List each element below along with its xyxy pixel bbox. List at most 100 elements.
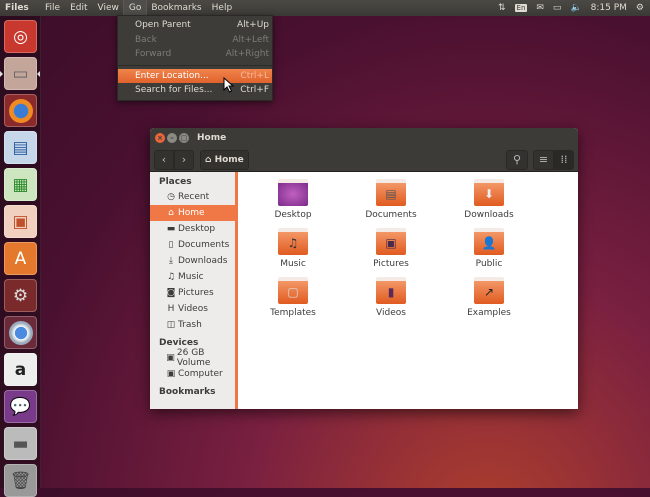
examples-folder-icon: ↗ [474, 277, 504, 304]
sidebar-item-home[interactable]: ⌂ Home [150, 205, 235, 221]
amazon-icon[interactable]: a [4, 353, 37, 386]
videos-folder-icon: ▮ [376, 277, 406, 304]
menu-item-search-files[interactable]: Search for Files... Ctrl+F [118, 83, 272, 98]
drive-icon: ▣ [166, 353, 175, 363]
forward-button[interactable]: › [174, 149, 194, 170]
menu-separator [118, 64, 272, 66]
document-icon: ▯ [168, 240, 174, 250]
sidebar-item-videos[interactable]: H Videos [150, 301, 235, 317]
menu-edit[interactable]: Edit [65, 0, 92, 16]
home-icon: ⌂ [205, 154, 212, 165]
keyboard-layout[interactable]: En [514, 4, 528, 12]
file-grid: Desktop ▤ Documents ⬇ Downloads ♫ Music ▣ Pi… [240, 172, 578, 409]
downloads-folder-icon: ⬇ [474, 179, 504, 206]
menu-help[interactable]: Help [207, 0, 238, 16]
running-indicator [0, 71, 3, 77]
path-home-button[interactable]: ⌂ Home [200, 149, 249, 170]
menu-item-forward: Forward Alt+Right [135, 49, 269, 59]
sidebar: Places ◷ Recent ⌂ Home ▬ Desktop ▯ Documents… [150, 172, 238, 409]
sidebar-item-pictures[interactable]: ◙ Pictures [150, 285, 235, 301]
go-menu: Open Parent Alt+Up Back Alt+Left Forward Al… [117, 15, 273, 101]
film-icon: H [167, 304, 175, 314]
menu-view[interactable]: View [93, 0, 124, 16]
grid-view-button[interactable]: ⁞⁞ [554, 149, 574, 170]
mouse-cursor-icon [223, 77, 235, 93]
launcher: ◎ ▭ ▤ ▦ ▣ A ⚙ a 💬 ▬ 🗑 [0, 16, 41, 497]
empathy-icon[interactable]: 💬 [4, 390, 37, 423]
clock[interactable]: 8:15 PM [591, 3, 627, 13]
menu-go[interactable]: Go [122, 0, 148, 17]
desktop-folder-icon [278, 179, 308, 206]
sidebar-item-music[interactable]: ♫ Music [150, 269, 235, 285]
toolbar: ‹ › ⌂ Home ⚲ ≡ ⁞⁞ [150, 148, 578, 172]
computer-icon: ▣ [166, 369, 176, 379]
battery-icon[interactable]: ▭ [553, 3, 562, 13]
public-folder-icon: 👤 [474, 228, 504, 255]
sidebar-item-computer[interactable]: ▣ Computer [150, 366, 235, 382]
trash-icon[interactable]: 🗑 [4, 464, 37, 497]
maximize-button[interactable]: □ [179, 133, 189, 143]
folder-icon: ▬ [166, 224, 176, 234]
trash-icon: ◫ [166, 320, 176, 330]
settings-icon[interactable]: ⚙ [4, 279, 37, 312]
files-window: × – □ Home ‹ › ⌂ Home ⚲ ≡ ⁞⁞ Places ◷ Rec… [150, 128, 578, 409]
close-button[interactable]: × [155, 133, 165, 143]
menu-item-enter-location[interactable]: Enter Location... Ctrl+L [118, 68, 272, 83]
back-button[interactable]: ‹ [154, 149, 174, 170]
file-item-templates[interactable]: ▢ Templates [248, 277, 338, 318]
mail-icon[interactable]: ✉ [536, 3, 544, 13]
bookmarks-header: Bookmarks [159, 387, 216, 397]
drive-icon[interactable]: ▬ [4, 427, 37, 460]
file-item-pictures[interactable]: ▣ Pictures [346, 228, 436, 269]
search-button[interactable]: ⚲ [506, 149, 528, 170]
menu-bookmarks[interactable]: Bookmarks [146, 0, 206, 16]
menu-item-back: Back Alt+Left [135, 34, 269, 45]
menu-item-open-parent[interactable]: Open Parent Alt+Up [118, 18, 272, 33]
places-header: Places [159, 177, 192, 187]
grid-icon: ⁞⁞ [560, 153, 568, 166]
minimize-button[interactable]: – [167, 133, 177, 143]
search-icon: ⚲ [512, 153, 522, 166]
firefox-icon[interactable] [4, 94, 37, 127]
clock-icon: ◷ [167, 192, 175, 202]
file-item-music[interactable]: ♫ Music [248, 228, 338, 269]
camera-icon: ◙ [166, 288, 176, 298]
top-panel: Files File Edit View Go Bookmarks Help ⇅… [0, 0, 650, 17]
sidebar-item-volume[interactable]: ▣ 26 GB Volume [150, 348, 235, 368]
impress-icon[interactable]: ▣ [4, 205, 37, 238]
music-icon: ♫ [166, 272, 176, 282]
calc-icon[interactable]: ▦ [4, 168, 37, 201]
sidebar-item-documents[interactable]: ▯ Documents [150, 237, 235, 253]
sidebar-item-recent[interactable]: ◷ Recent [150, 189, 235, 205]
sidebar-item-downloads[interactable]: ⤓ Downloads [150, 253, 235, 269]
menu-file[interactable]: File [40, 0, 65, 16]
chromium-icon[interactable] [4, 316, 37, 349]
music-folder-icon: ♫ [278, 228, 308, 255]
download-icon: ⤓ [169, 256, 173, 266]
file-item-downloads[interactable]: ⬇ Downloads [444, 179, 534, 220]
file-item-examples[interactable]: ↗ Examples [444, 277, 534, 318]
documents-folder-icon: ▤ [376, 179, 406, 206]
sidebar-item-desktop[interactable]: ▬ Desktop [150, 221, 235, 237]
file-item-documents[interactable]: ▤ Documents [346, 179, 436, 220]
file-item-desktop[interactable]: Desktop [248, 179, 338, 220]
writer-icon[interactable]: ▤ [4, 131, 37, 164]
sidebar-item-trash[interactable]: ◫ Trash [150, 317, 235, 333]
home-icon: ⌂ [168, 208, 174, 218]
dash-icon[interactable]: ◎ [4, 20, 37, 53]
list-icon: ≡ [538, 153, 549, 166]
software-center-icon[interactable]: A [4, 242, 37, 275]
title-bar: × – □ Home [150, 128, 578, 148]
list-view-button[interactable]: ≡ [533, 149, 554, 170]
files-icon[interactable]: ▭ [4, 57, 37, 90]
app-name: Files [5, 3, 29, 13]
window-title: Home [197, 133, 227, 143]
power-gear-icon[interactable]: ⚙ [636, 3, 644, 13]
file-item-videos[interactable]: ▮ Videos [346, 277, 436, 318]
templates-folder-icon: ▢ [278, 277, 308, 304]
file-item-public[interactable]: 👤 Public [444, 228, 534, 269]
network-icon[interactable]: ⇅ [498, 3, 506, 13]
volume-icon[interactable]: 🔈 [570, 3, 581, 13]
active-indicator [37, 71, 40, 77]
pictures-folder-icon: ▣ [376, 228, 406, 255]
